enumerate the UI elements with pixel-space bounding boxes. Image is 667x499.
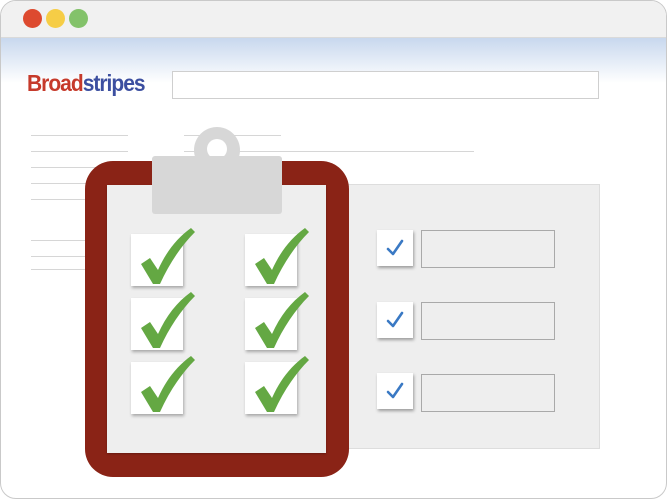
maximize-button[interactable] bbox=[69, 9, 88, 28]
clipboard-checkbox bbox=[245, 292, 309, 350]
blue-checkmark-icon bbox=[386, 311, 404, 328]
green-checkmark-icon bbox=[141, 356, 195, 412]
close-button[interactable] bbox=[23, 9, 42, 28]
checkbox-1[interactable] bbox=[377, 230, 413, 266]
green-checkmark-icon bbox=[141, 228, 195, 284]
green-checkmark-icon bbox=[255, 228, 309, 284]
search-bar[interactable] bbox=[172, 71, 599, 99]
clipboard-checkbox bbox=[131, 292, 195, 350]
title-bar bbox=[1, 1, 666, 38]
logo-part-stripes: stripes bbox=[82, 71, 146, 97]
form-field-3[interactable] bbox=[421, 374, 555, 412]
checkbox-2[interactable] bbox=[377, 302, 413, 338]
clipboard-checkbox bbox=[131, 356, 195, 414]
placeholder-line bbox=[31, 151, 128, 152]
clipboard-checkbox bbox=[245, 228, 309, 286]
green-checkmark-icon bbox=[255, 292, 309, 348]
broadstripes-logo[interactable]: Broadstripes bbox=[27, 71, 146, 98]
checkbox-3[interactable] bbox=[377, 373, 413, 409]
clipboard-checkbox bbox=[245, 356, 309, 414]
clipboard-checkbox bbox=[131, 228, 195, 286]
placeholder-line bbox=[31, 135, 128, 136]
form-field-2[interactable] bbox=[421, 302, 555, 340]
form-field-1[interactable] bbox=[421, 230, 555, 268]
clipboard-clip bbox=[152, 156, 282, 214]
blue-checkmark-icon bbox=[386, 382, 404, 399]
blue-checkmark-icon bbox=[386, 239, 404, 256]
minimize-button[interactable] bbox=[46, 9, 65, 28]
logo-part-broad: Broad bbox=[27, 71, 84, 97]
browser-window: Broadstripes bbox=[0, 0, 667, 499]
green-checkmark-icon bbox=[141, 292, 195, 348]
green-checkmark-icon bbox=[255, 356, 309, 412]
